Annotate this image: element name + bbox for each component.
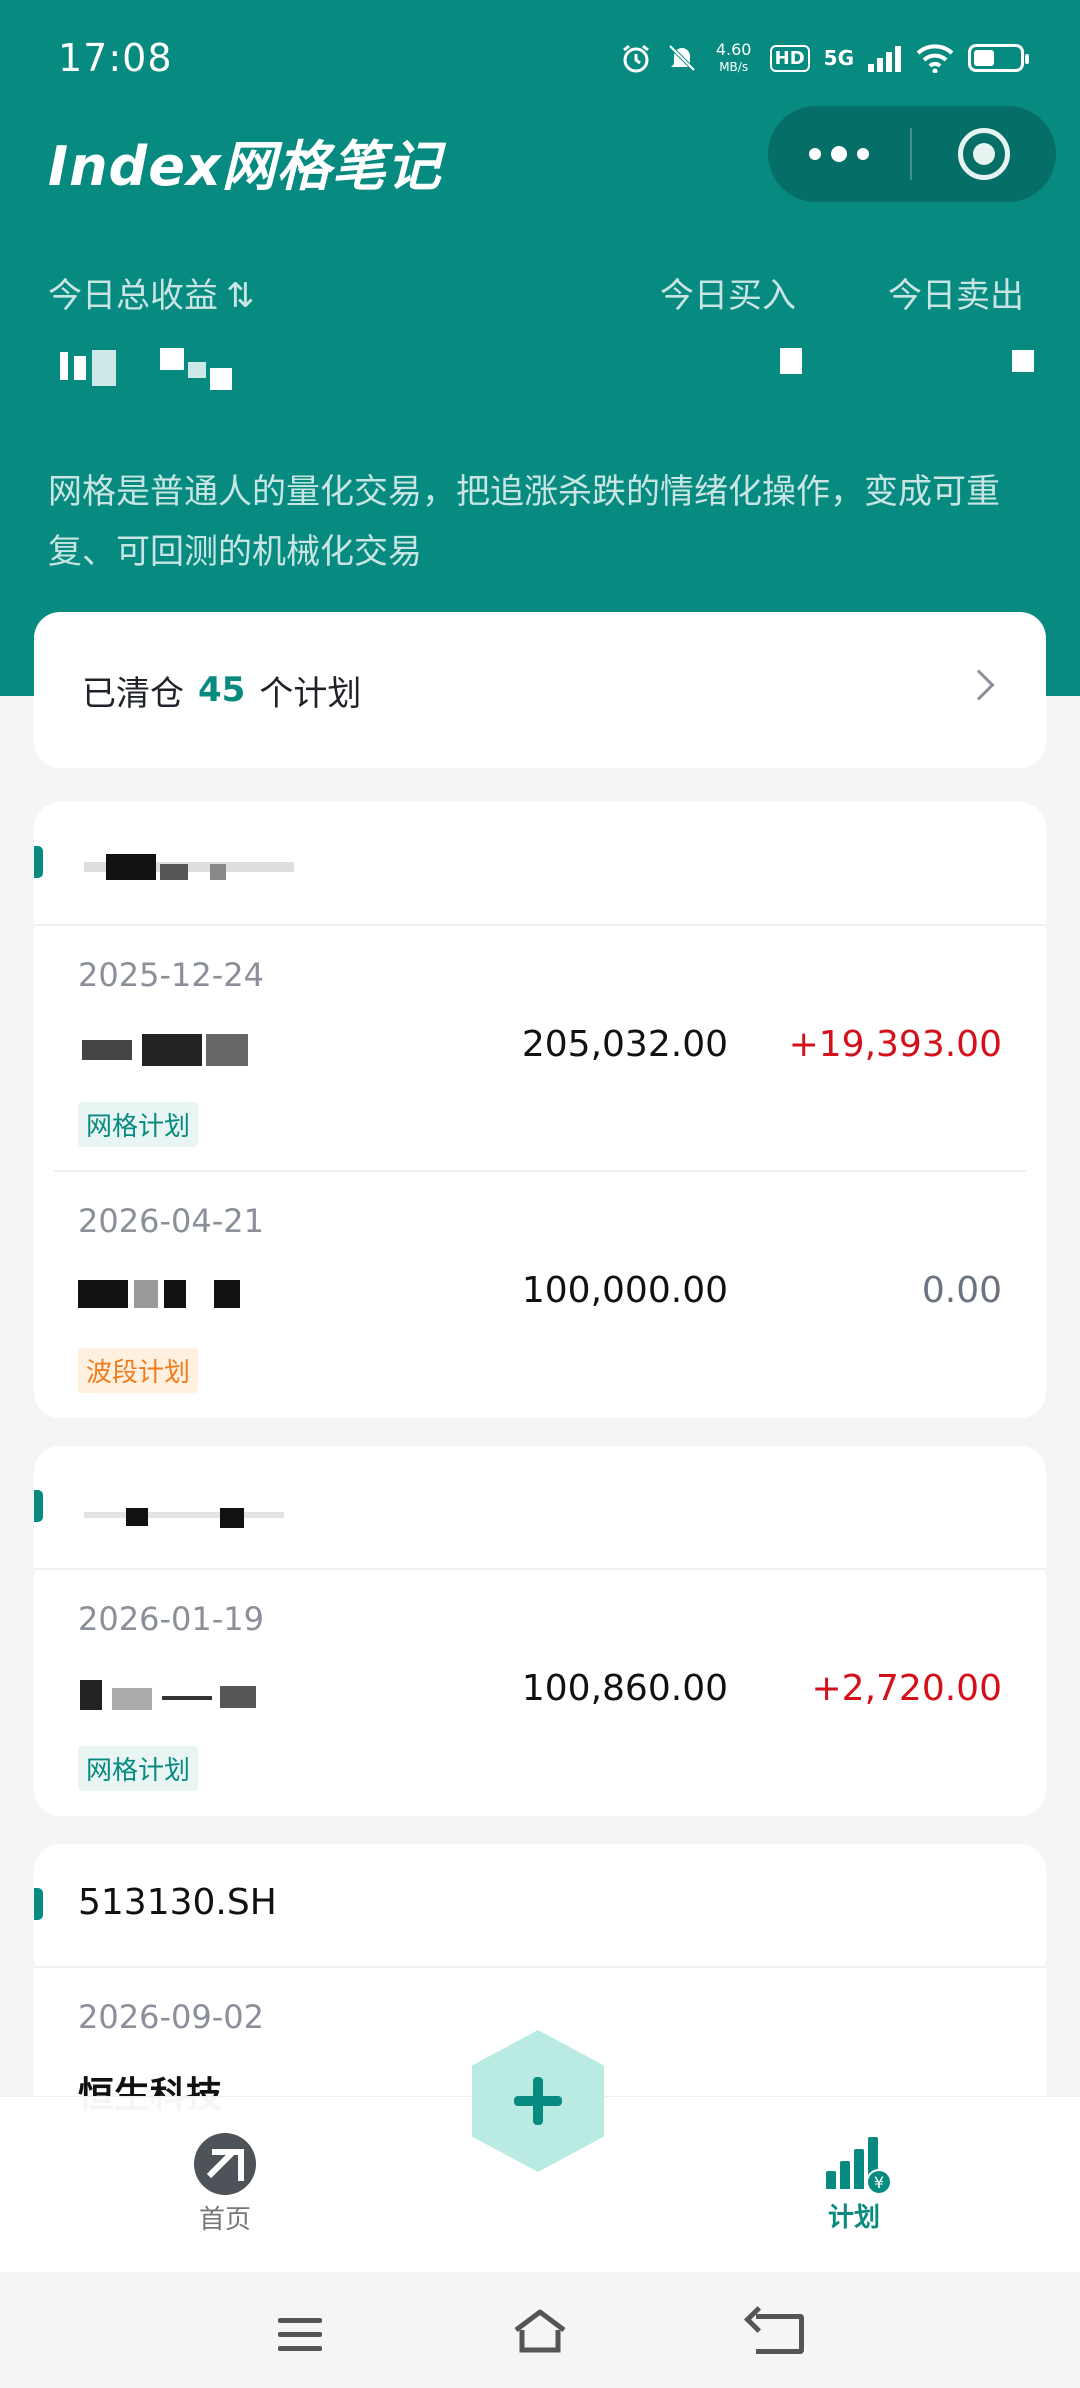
plus-icon [514,2077,562,2125]
grid-plan-tag: 网格计划 [78,1102,199,1147]
plan-date: 2026-04-21 [78,1202,264,1240]
miniapp-capsule [768,106,1056,202]
swing-plan-tag: 波段计划 [78,1348,199,1393]
plan-date: 2026-09-02 [78,1998,264,2036]
cleared-prefix: 已清仓 [82,673,184,714]
alarm-icon [620,42,652,74]
group-accent-bar [34,1888,43,1920]
network-type: 5G [823,46,854,70]
plan-group-card: 2025-12-24 205,032.00 +19,393.00 网格计划 20… [34,802,1046,1418]
target-icon [958,128,1010,180]
tab-home-label: 首页 [198,2205,251,2235]
system-nav-bar [0,2272,1080,2388]
plan-amount: 100,000.00 [521,1270,728,1311]
group-accent-bar [34,846,43,878]
hd-badge: HD [769,44,810,72]
plan-row[interactable]: 2026-01-19 100,860.00 +2,720.00 网格计划 [54,1570,1026,1816]
cleared-plans-card[interactable]: 已清仓 45 个计划 [34,612,1046,768]
group-header[interactable] [34,1446,1046,1570]
more-options-icon[interactable] [768,106,910,202]
cleared-suffix: 个计划 [259,673,362,714]
sort-icon[interactable]: ⇅ [226,276,255,316]
app-title: Index网格笔记 [48,135,442,198]
intro-text: 网格是普通人的量化交易，把追涨杀跌的情绪化操作，变成可重复、可回测的机械化交易 [48,472,1000,572]
wifi-icon [916,43,954,73]
grid-plan-tag: 网格计划 [78,1746,199,1791]
group-accent-bar [34,1490,43,1522]
back-icon[interactable] [756,2314,804,2354]
plan-date: 2025-12-24 [78,956,264,994]
tab-plan-label: 计划 [827,2203,880,2233]
chevron-right-icon [963,669,995,701]
plan-profit: +2,720.00 [811,1668,1002,1709]
cleared-count: 45 [198,670,246,710]
signal-icon [868,44,902,72]
menu-icon[interactable] [278,2318,322,2352]
group-title: 513130.SH [78,1882,277,1923]
status-icons: 4.60 MB/s HD 5G [620,36,1029,80]
plan-profit: 0.00 [921,1270,1002,1311]
plan-date: 2026-01-19 [78,1600,264,1638]
tab-home[interactable]: 首页 [125,2117,325,2236]
mute-icon [666,42,698,74]
plan-profit: +19,393.00 [788,1024,1002,1065]
group-header[interactable]: 513130.SH [34,1844,1046,1968]
home-icon[interactable] [512,2308,568,2356]
plan-chart-icon: ¥ [822,2129,892,2195]
battery-icon [968,44,1029,72]
today-buy-label: 今日买入 [660,276,796,316]
plan-group-card: 2026-01-19 100,860.00 +2,720.00 网格计划 [34,1446,1046,1816]
tab-plan[interactable]: ¥ 计划 [754,2117,954,2234]
plan-row[interactable]: 2025-12-24 205,032.00 +19,393.00 网格计划 [54,926,1026,1172]
plan-amount: 205,032.00 [521,1024,728,1065]
status-time: 17:08 [58,36,173,80]
group-header[interactable] [34,802,1046,926]
today-sell-label: 今日卖出 [888,276,1024,316]
plan-row[interactable]: 2026-04-21 100,000.00 0.00 波段计划 [54,1172,1026,1418]
plan-amount: 100,860.00 [521,1668,728,1709]
today-sell-redacted [1012,350,1034,372]
today-buy-redacted [780,348,802,374]
net-speed: 4.60 MB/s [715,39,752,74]
status-bar: 17:08 4.60 MB/s HD 5G [0,0,1080,116]
home-arrow-icon [194,2133,256,2195]
close-miniapp-button[interactable] [912,106,1056,202]
total-profit-label[interactable]: 今日总收益 ⇅ [48,268,255,317]
